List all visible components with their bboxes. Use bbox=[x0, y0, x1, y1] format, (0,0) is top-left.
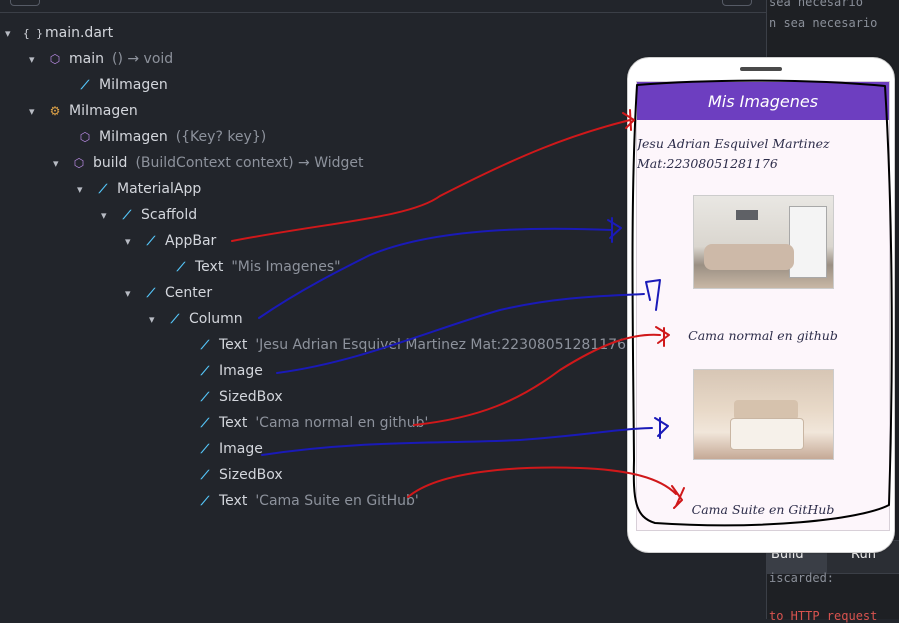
tree-node[interactable]: ▾ ⟋ Scaffold bbox=[101, 204, 197, 226]
node-signature: "Mis Imagenes" bbox=[231, 259, 341, 275]
node-name: Text bbox=[195, 259, 224, 275]
phone-speaker bbox=[740, 67, 782, 71]
chevron-down-icon[interactable]: ▾ bbox=[77, 179, 91, 201]
app-screen: Mis Imagenes Jesu Adrian Esquivel Martin… bbox=[636, 81, 890, 531]
shelf bbox=[789, 206, 827, 278]
chevron-down-icon[interactable]: ▾ bbox=[101, 205, 115, 227]
flutter-icon: ⟋ bbox=[200, 364, 210, 378]
node-signature: () → void bbox=[111, 51, 174, 67]
flutter-icon: ⟋ bbox=[200, 338, 210, 352]
flutter-icon: ⟋ bbox=[176, 260, 186, 274]
node-name: MiImagen bbox=[99, 77, 168, 93]
node-name: Image bbox=[219, 441, 263, 457]
node-name: SizedBox bbox=[219, 389, 283, 405]
flutter-icon: ⟋ bbox=[170, 312, 180, 326]
tree-node[interactable]: ▾ ⟋ AppBar bbox=[125, 230, 216, 252]
console-line: to HTTP request bbox=[769, 609, 878, 623]
caption-1: Cama normal en github bbox=[688, 328, 838, 343]
node-signature: 'Cama normal en github' bbox=[255, 415, 429, 431]
blue-arrowhead bbox=[607, 217, 622, 243]
bed bbox=[704, 244, 794, 270]
node-name: Center bbox=[165, 285, 213, 301]
tree-node[interactable]: ▾ ⟋ Center bbox=[125, 282, 212, 304]
node-name: Text bbox=[219, 415, 248, 431]
node-name: Image bbox=[219, 363, 263, 379]
node-name: MiImagen bbox=[99, 129, 168, 145]
chevron-down-icon[interactable]: ▾ bbox=[125, 283, 139, 305]
tree-node[interactable]: ▾ { } main.dart bbox=[5, 22, 113, 44]
cube-icon: ⬡ bbox=[49, 52, 61, 66]
code-line: n sea necesario bbox=[769, 16, 878, 30]
tree-node[interactable]: ▾ ⟋ Column bbox=[149, 308, 243, 330]
red-arrow-appbar bbox=[231, 119, 631, 242]
bed bbox=[730, 418, 804, 450]
author-text: Jesu Adrian Esquivel Martinez Mat:223080… bbox=[637, 134, 837, 174]
flutter-icon: ⟋ bbox=[146, 286, 156, 300]
caption-2: Cama Suite en GitHub bbox=[691, 502, 835, 517]
chevron-down-icon[interactable]: ▾ bbox=[149, 309, 163, 331]
node-name: MaterialApp bbox=[117, 181, 202, 197]
node-name: Text bbox=[219, 337, 248, 353]
tree-node[interactable]: ▾ ⟋ MaterialApp bbox=[77, 178, 201, 200]
console-line: iscarded: bbox=[769, 571, 835, 585]
chevron-down-icon[interactable]: ▾ bbox=[125, 231, 139, 253]
top-tab-handle[interactable] bbox=[722, 0, 752, 6]
node-name: build bbox=[93, 155, 128, 171]
node-signature: ({Key? key}) bbox=[175, 129, 267, 145]
phone-emulator: Mis Imagenes Jesu Adrian Esquivel Martin… bbox=[627, 57, 895, 553]
flutter-icon: ⟋ bbox=[146, 234, 156, 248]
flutter-icon: ⟋ bbox=[98, 182, 108, 196]
node-name: Text bbox=[219, 493, 248, 509]
braces-icon: { } bbox=[23, 27, 43, 40]
top-tab-handle[interactable] bbox=[10, 0, 40, 6]
bedroom-image-1 bbox=[693, 195, 834, 289]
flutter-icon: ⟋ bbox=[200, 416, 210, 430]
flutter-icon: ⟋ bbox=[80, 78, 90, 92]
node-name: main bbox=[69, 51, 104, 67]
tree-node[interactable]: ⟋ Image bbox=[197, 438, 263, 460]
node-name: MiImagen bbox=[69, 103, 138, 119]
flutter-icon: ⟋ bbox=[122, 208, 132, 222]
code-line: sea necesario bbox=[769, 0, 863, 9]
bedroom-image-2 bbox=[693, 369, 834, 460]
chevron-down-icon[interactable]: ▾ bbox=[29, 49, 43, 71]
author-name: Jesu Adrian Esquivel Martinez bbox=[637, 136, 830, 151]
tree-node[interactable]: ⟋ Text "Mis Imagenes" bbox=[173, 256, 341, 278]
tree-node[interactable]: ⟋ Image bbox=[197, 360, 263, 382]
tree-node[interactable]: ⟋ Text 'Jesu Adrian Esquivel Martinez Mat:… bbox=[197, 334, 630, 356]
tree-node[interactable]: ⟋ SizedBox bbox=[197, 386, 283, 408]
chevron-down-icon[interactable]: ▾ bbox=[29, 101, 43, 123]
app-bar: Mis Imagenes bbox=[637, 82, 889, 120]
node-signature: 'Jesu Adrian Esquivel Martinez Mat:22308… bbox=[255, 337, 630, 353]
node-name: main.dart bbox=[45, 25, 114, 41]
node-name: Column bbox=[189, 311, 243, 327]
tree-node[interactable]: ⟋ MiImagen bbox=[77, 74, 168, 96]
chevron-down-icon[interactable]: ▾ bbox=[53, 153, 67, 175]
node-signature: 'Cama Suite en GitHub' bbox=[255, 493, 419, 509]
tree-node[interactable]: ⟋ SizedBox bbox=[197, 464, 283, 486]
flutter-icon: ⟋ bbox=[200, 494, 210, 508]
class-icon: ⚙ bbox=[49, 104, 61, 118]
tree-node[interactable]: ▾ ⬡ build (BuildContext context) → Widget bbox=[53, 152, 364, 174]
chevron-down-icon[interactable]: ▾ bbox=[5, 23, 19, 45]
editor-top-bar bbox=[0, 0, 766, 13]
headboard bbox=[734, 400, 798, 420]
node-name: Scaffold bbox=[141, 207, 198, 223]
cube-icon: ⬡ bbox=[73, 156, 85, 170]
tree-node[interactable]: ⟋ Text 'Cama normal en github' bbox=[197, 412, 429, 434]
wall-art bbox=[736, 210, 758, 220]
flutter-icon: ⟋ bbox=[200, 442, 210, 456]
cube-icon: ⬡ bbox=[79, 130, 91, 144]
tree-node[interactable]: ▾ ⚙ MiImagen bbox=[29, 100, 138, 122]
tree-node[interactable]: ⬡ MiImagen ({Key? key}) bbox=[77, 126, 266, 148]
node-signature: (BuildContext context) → Widget bbox=[135, 155, 364, 171]
node-name: SizedBox bbox=[219, 467, 283, 483]
node-name: AppBar bbox=[165, 233, 217, 249]
flutter-icon: ⟋ bbox=[200, 468, 210, 482]
author-mat: Mat:22308051281176 bbox=[637, 156, 778, 171]
tree-node[interactable]: ⟋ Text 'Cama Suite en GitHub' bbox=[197, 490, 419, 512]
flutter-icon: ⟋ bbox=[200, 390, 210, 404]
tree-node[interactable]: ▾ ⬡ main () → void bbox=[29, 48, 173, 70]
